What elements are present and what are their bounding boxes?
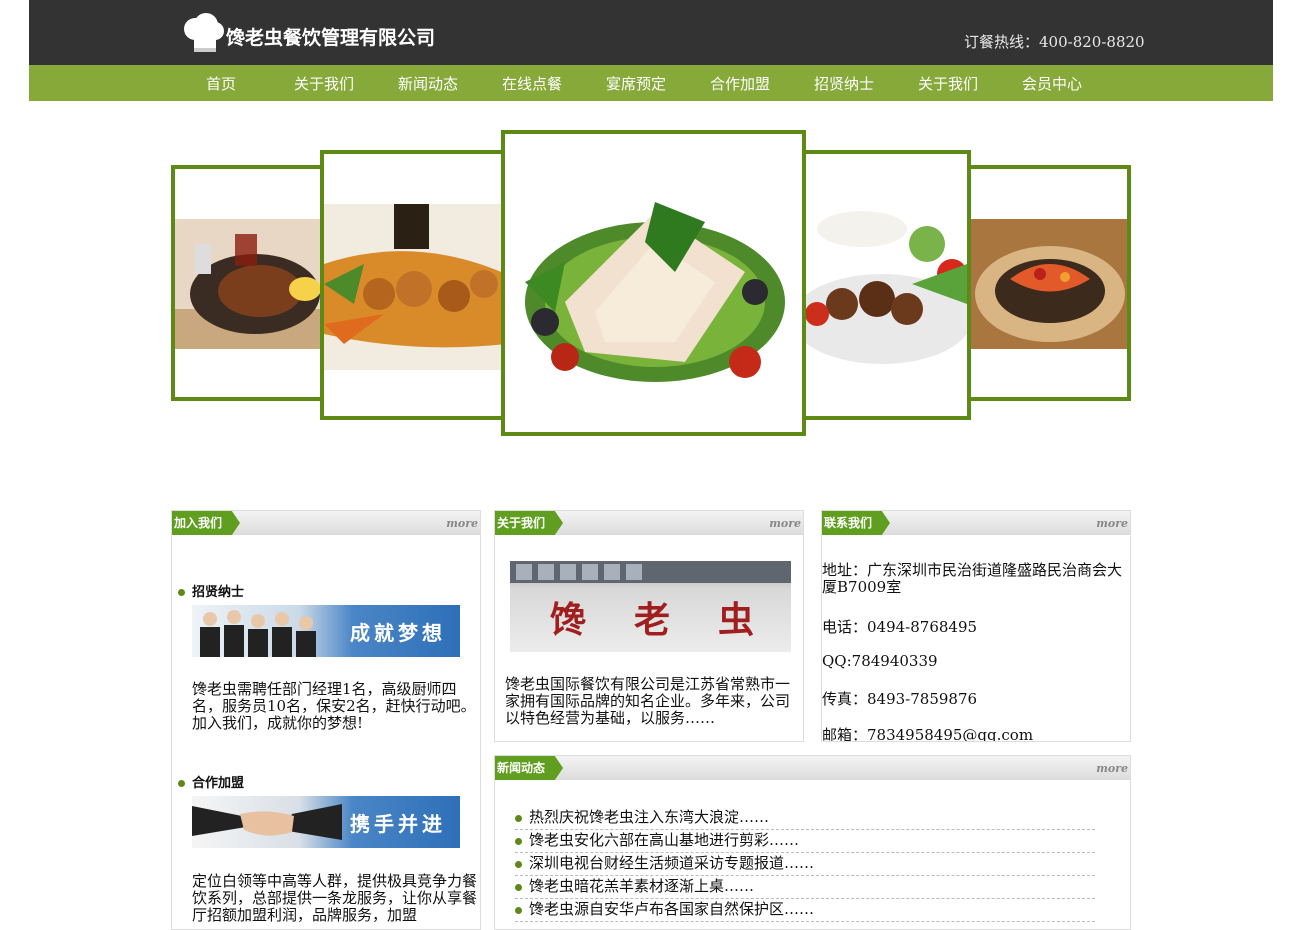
- news-item[interactable]: 深圳电视台财经生活频道采访专题报道……: [515, 853, 1095, 876]
- more-link[interactable]: more: [446, 517, 478, 530]
- bullet-icon: [515, 883, 522, 891]
- recruit-title: 招贤纳士: [192, 585, 245, 600]
- more-link[interactable]: more: [1096, 517, 1128, 530]
- handshake-icon: [192, 804, 342, 840]
- logo-text: 馋老虫餐饮管理有限公司: [226, 27, 436, 49]
- news-item-title: 深圳电视台财经生活频道采访专题报道……: [529, 854, 815, 872]
- storefront-sign-text: 馋老虫: [550, 599, 791, 641]
- carousel-slide-skewers[interactable]: [320, 150, 510, 420]
- recruit-text-2: 加入我们，成就你的梦想!: [192, 714, 364, 732]
- contact-phone: 电话：0494-8768495: [822, 618, 978, 636]
- about-us-panel: 关于我们 more 馋老虫 馋老虫国际餐饮有限公司是江苏省常熟市一家拥有国际品牌…: [494, 510, 804, 742]
- recruit-heading[interactable]: 招贤纳士: [178, 581, 244, 600]
- franchise-text: 定位白领等中高等人群，提供极具竞争力餐饮系列，总部提供一条龙服务，让你从享餐厅招…: [192, 872, 478, 924]
- news-item-title: 热烈庆祝馋老虫注入东湾大浪淀……: [529, 808, 770, 826]
- more-link[interactable]: more: [1096, 762, 1128, 775]
- steak-image: [175, 219, 327, 349]
- business-team-icon: [200, 610, 316, 657]
- storefront-windows-icon: [510, 561, 791, 583]
- recruit-banner[interactable]: 成就梦想: [192, 605, 460, 657]
- franchise-banner-text: 携手并进: [350, 812, 446, 836]
- nav-item-member[interactable]: 会员中心: [1022, 73, 1082, 94]
- bullet-icon: [515, 837, 522, 845]
- panel-tab-label: 加入我们: [172, 511, 241, 535]
- contact-email[interactable]: 邮箱：7834958495@qq.com: [822, 724, 1033, 741]
- chef-hat-icon: [184, 13, 224, 52]
- bullet-icon: [178, 780, 185, 787]
- about-text: 馋老虫国际餐饮有限公司是江苏省常熟市一家拥有国际品牌的知名企业。多年来，公司以特…: [505, 675, 791, 727]
- news-item[interactable]: 馋老虫暗花羔羊素材逐渐上桌……: [515, 876, 1095, 899]
- meatballs-image: [802, 204, 967, 370]
- bullet-icon: [178, 589, 185, 596]
- site-header: 馋老虫餐饮管理有限公司 订餐热线：400-820-8820: [29, 0, 1273, 65]
- bullet-icon: [515, 860, 522, 868]
- carousel-slide-steak[interactable]: [171, 165, 331, 401]
- news-item[interactable]: 馋老虫安化六部在高山基地进行剪彩……: [515, 830, 1095, 853]
- contact-address: 地址：广东深圳市民治街道隆盛路民治商会大厦B7009室: [822, 561, 1123, 596]
- main-nav: 首页 关于我们 新闻动态 在线点餐 宴席预定 合作加盟 招贤纳士 关于我们 会员…: [29, 65, 1273, 101]
- contact-qq: QQ:784940339: [822, 652, 938, 670]
- panel-tab-label: 关于我们: [495, 511, 564, 535]
- franchise-banner[interactable]: 携手并进: [192, 796, 460, 848]
- skewers-image: [324, 204, 506, 370]
- recruit-text: 馋老虫需聘任部门经理1名，高级厨师四名，服务员10名，保安2名，赶快行动吧。: [192, 680, 476, 715]
- storefront-image[interactable]: 馋老虫: [510, 561, 791, 652]
- news-panel: 新闻动态 more 热烈庆祝馋老虫注入东湾大浪淀…… 馋老虫安化六部在高山基地进…: [494, 755, 1131, 930]
- panel-header: 联系我们 more: [822, 511, 1130, 535]
- nav-item-order[interactable]: 在线点餐: [502, 73, 562, 94]
- panel-header: 关于我们 more: [495, 511, 803, 535]
- logo[interactable]: 馋老虫餐饮管理有限公司: [182, 12, 442, 56]
- carousel-slide-salad[interactable]: [501, 130, 806, 436]
- sushi-image: [970, 219, 1127, 349]
- news-item-title: 馋老虫暗花羔羊素材逐渐上桌……: [529, 877, 755, 895]
- bullet-icon: [515, 814, 522, 822]
- nav-item-about-2[interactable]: 关于我们: [918, 73, 978, 94]
- carousel-slide-sushi[interactable]: [966, 165, 1131, 401]
- nav-item-recruit[interactable]: 招贤纳士: [814, 73, 874, 94]
- nav-item-banquet[interactable]: 宴席预定: [606, 73, 666, 94]
- news-item[interactable]: 热烈庆祝馋老虫注入东湾大浪淀……: [515, 807, 1095, 830]
- nav-item-about[interactable]: 关于我们: [294, 73, 354, 94]
- recruit-banner-text: 成就梦想: [350, 621, 446, 645]
- nav-item-news[interactable]: 新闻动态: [398, 73, 458, 94]
- news-item-title: 馋老虫安化六部在高山基地进行剪彩……: [529, 831, 800, 849]
- franchise-heading[interactable]: 合作加盟: [178, 772, 244, 791]
- nav-item-home[interactable]: 首页: [206, 73, 236, 94]
- panel-header: 加入我们 more: [172, 511, 480, 535]
- recruit-description: 馋老虫需聘任部门经理1名，高级厨师四名，服务员10名，保安2名，赶快行动吧。 加…: [192, 681, 476, 732]
- contact-panel: 联系我们 more 地址：广东深圳市民治街道隆盛路民治商会大厦B7009室 电话…: [821, 510, 1131, 742]
- join-us-panel: 加入我们 more 招贤纳士 成就梦想 馋老虫需聘任部门经理1名，高级厨师四名，…: [171, 510, 481, 930]
- more-link[interactable]: more: [769, 517, 801, 530]
- news-item-title: 馋老虫源自安华卢布各国家自然保护区……: [529, 900, 815, 918]
- news-item[interactable]: 馋老虫源自安华卢布各国家自然保护区……: [515, 899, 1095, 922]
- panel-tab-label: 联系我们: [822, 511, 891, 535]
- salad-image: [505, 182, 802, 384]
- contact-fax: 传真：8493-7859876: [822, 690, 978, 708]
- franchise-title: 合作加盟: [192, 776, 245, 791]
- bullet-icon: [515, 906, 522, 914]
- carousel-slide-meatballs[interactable]: [798, 150, 971, 420]
- panel-header: 新闻动态 more: [495, 756, 1130, 780]
- panel-tab-label: 新闻动态: [495, 756, 564, 780]
- nav-item-franchise[interactable]: 合作加盟: [710, 73, 770, 94]
- hotline: 订餐热线：400-820-8820: [964, 33, 1145, 51]
